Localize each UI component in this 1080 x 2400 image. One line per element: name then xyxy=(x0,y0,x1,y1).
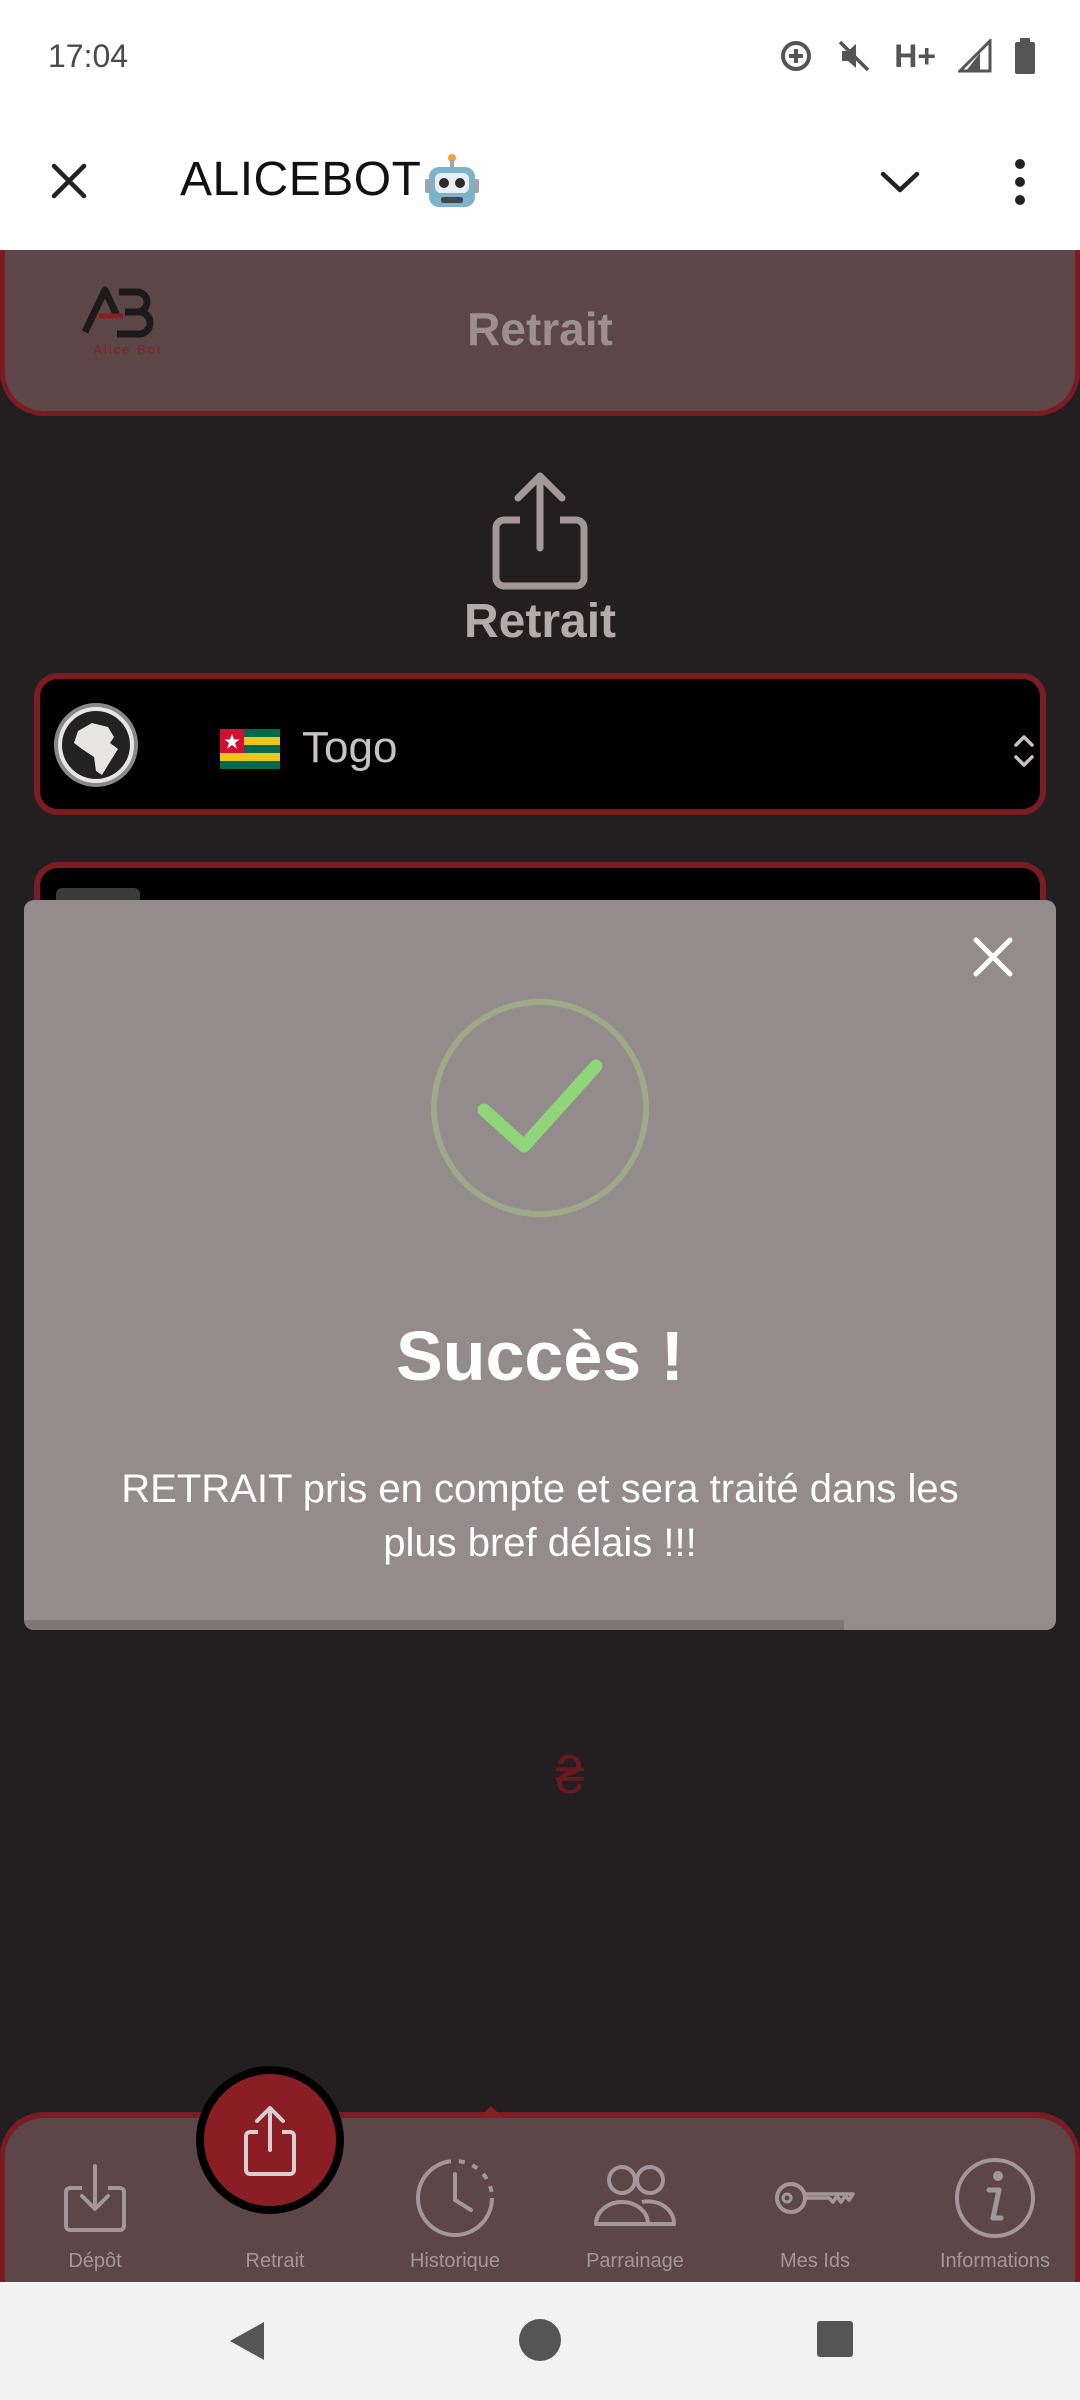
modal-title: Succès ! xyxy=(396,1317,684,1395)
nav-label: Dépôt xyxy=(68,2250,122,2272)
nav-item-parrainage[interactable]: Parrainage xyxy=(545,2118,725,2288)
timer-progress-bar xyxy=(24,1620,1056,1630)
bottom-nav: Dépôt Retrait Historique Parrainage Mes … xyxy=(0,2106,1080,2282)
app-title: ALICEBOT xyxy=(180,152,481,211)
data-saver-icon xyxy=(781,41,812,71)
timer-progress-fill xyxy=(24,1620,845,1630)
status-time: 17:04 xyxy=(48,37,129,74)
signal-icon xyxy=(958,39,992,73)
retrait-fab-button[interactable] xyxy=(196,2066,344,2214)
status-icons: H+ xyxy=(778,38,1036,75)
nav-label: Informations xyxy=(939,2250,1051,2272)
nav-item-mes-ids[interactable]: Mes Ids xyxy=(725,2118,905,2288)
page-title: Retrait xyxy=(467,303,613,355)
nav-label: Retrait xyxy=(245,2250,305,2272)
network-type: H+ xyxy=(894,37,936,74)
country-select[interactable]: Togo xyxy=(34,673,1046,815)
modal-message: RETRAIT pris en compte et sera traité da… xyxy=(121,1467,959,1565)
mute-icon xyxy=(838,40,870,72)
nav-item-informations[interactable]: Informations xyxy=(905,2118,1080,2288)
currency-symbol: ₴ xyxy=(555,1747,585,1805)
back-icon[interactable] xyxy=(224,2318,270,2364)
section-title: Retrait xyxy=(463,595,617,648)
nav-label: Mes Ids xyxy=(779,2250,851,2272)
robot-emoji xyxy=(425,154,480,208)
success-modal: Succès ! RETRAIT pris en compte et sera … xyxy=(24,900,1056,1630)
page-header: Alice Bot Retrait xyxy=(0,250,1080,416)
nav-label: Historique xyxy=(409,2250,501,2272)
close-icon[interactable] xyxy=(44,156,94,206)
success-check-icon xyxy=(431,999,649,1217)
close-icon[interactable] xyxy=(970,934,1016,980)
home-icon[interactable] xyxy=(518,2318,562,2362)
battery-icon xyxy=(1015,38,1035,74)
nav-indicator xyxy=(479,2106,503,2118)
key-icon xyxy=(775,2182,855,2214)
status-bar: 17:04 H+ xyxy=(0,0,1080,112)
history-clock-icon xyxy=(416,2159,494,2237)
system-nav-bar xyxy=(0,2282,1080,2400)
chevron-down-icon[interactable] xyxy=(875,157,925,207)
unfold-icon xyxy=(1014,735,1034,767)
africa-globe-icon xyxy=(54,703,138,787)
more-vert-icon[interactable] xyxy=(1000,154,1040,210)
upload-share-icon xyxy=(492,472,588,590)
togo-flag-icon xyxy=(220,729,280,769)
app-bar: ALICEBOT xyxy=(0,112,1080,250)
country-value: Togo xyxy=(302,723,398,772)
people-icon xyxy=(594,2165,677,2226)
info-icon xyxy=(955,2158,1035,2238)
nav-item-historique[interactable]: Historique xyxy=(365,2118,545,2288)
recent-apps-icon[interactable] xyxy=(816,2320,854,2358)
upload-share-icon xyxy=(244,2106,296,2176)
download-tray-icon xyxy=(64,2164,126,2232)
nav-item-depot[interactable]: Dépôt xyxy=(5,2118,185,2288)
app-title-text: ALICEBOT xyxy=(180,153,422,206)
nav-label: Parrainage xyxy=(586,2250,684,2272)
